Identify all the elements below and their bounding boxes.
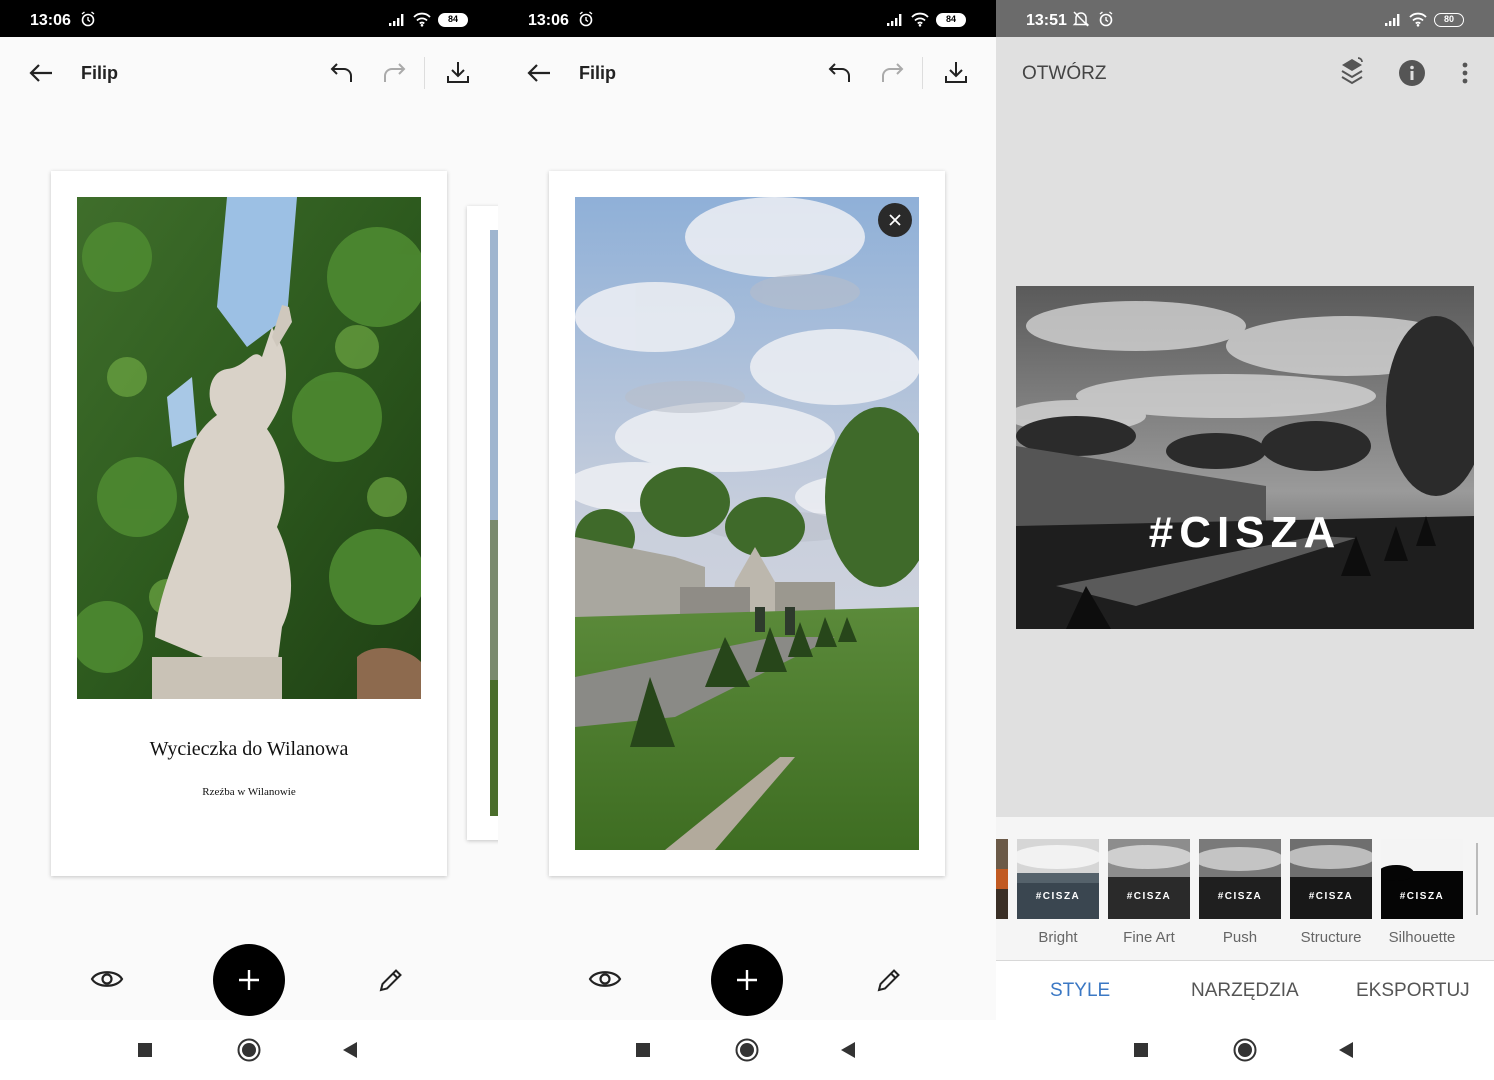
redo-icon[interactable]: [380, 61, 406, 85]
bottom-toolbar: [498, 940, 996, 1020]
story-card[interactable]: Wycieczka do Wilanowa Rzeźba w Wilanowie: [51, 171, 447, 876]
style-thumbnail-push[interactable]: #CISZA: [1199, 839, 1281, 919]
system-nav-bar: [0, 1020, 498, 1080]
recents-button[interactable]: [138, 1043, 152, 1057]
next-card-photo: [490, 230, 498, 816]
alarm-icon: [1099, 11, 1113, 27]
style-thumbnail-silhouette[interactable]: #CISZA: [1381, 839, 1463, 919]
signal-icon: [887, 13, 902, 26]
app-bar: Filip: [0, 37, 498, 109]
card-caption: Rzeźba w Wilanowie: [202, 786, 296, 798]
add-page-button[interactable]: [711, 944, 783, 1016]
thumbnail-tag: #CISZA: [1217, 891, 1263, 902]
more-options-icon[interactable]: [1461, 61, 1469, 85]
battery-indicator: 80: [1434, 12, 1464, 27]
status-time: 13:51: [1026, 12, 1067, 29]
bottom-tabs: STYLE NARZĘDZIA EKSPORTUJ: [996, 960, 1494, 1020]
style-label-silhouette: Silhouette: [1388, 929, 1456, 946]
alarm-icon: [81, 11, 95, 27]
screen-story-editor-2: 13:06 84 Filip: [498, 0, 996, 1080]
style-label-push: Push: [1222, 929, 1258, 946]
thumbnail-tag: #CISZA: [1308, 891, 1354, 902]
screen-story-editor-1: 13:06 84 Filip Wycieczka do Wilanowa Rze…: [0, 0, 498, 1080]
plus-icon: [239, 970, 259, 990]
tab-style[interactable]: STYLE: [1050, 980, 1110, 1002]
statue-photo[interactable]: [77, 197, 421, 699]
wifi-icon: [413, 12, 431, 27]
tab-export[interactable]: EKSPORTUJ: [1356, 980, 1470, 1002]
alarm-icon: [579, 11, 593, 27]
photo-overlay-text: #CISZA: [1148, 508, 1342, 557]
layers-icon[interactable]: [1339, 57, 1365, 87]
back-button[interactable]: [840, 1041, 856, 1059]
status-bar: 13:06 84: [0, 0, 498, 37]
back-arrow-icon[interactable]: [28, 61, 54, 85]
eye-icon[interactable]: [90, 966, 124, 992]
style-filter-strip: #CISZA #CISZA #CISZA #CISZA #CISZA Brigh…: [996, 817, 1494, 960]
open-button[interactable]: OTWÓRZ: [1022, 63, 1106, 85]
style-thumbnail-bright[interactable]: #CISZA: [1017, 839, 1099, 919]
screen-photo-styles: 13:51 80 OTWÓRZ #CISZA #CISZA #CISZA #CI…: [996, 0, 1494, 1080]
thumbnail-tag: #CISZA: [1035, 891, 1081, 902]
next-card-peek[interactable]: [467, 206, 498, 840]
divider: [424, 57, 425, 89]
story-card-photo[interactable]: [549, 171, 945, 876]
back-arrow-icon[interactable]: [526, 61, 552, 85]
system-nav-bar: [498, 1020, 996, 1080]
home-button[interactable]: [237, 1038, 261, 1062]
system-nav-bar: [996, 1020, 1494, 1080]
signal-icon: [1385, 13, 1400, 26]
tab-tools[interactable]: NARZĘDZIA: [1191, 980, 1299, 1002]
wifi-icon: [1409, 12, 1427, 27]
app-bar: OTWÓRZ: [996, 37, 1494, 109]
thumbnail-tag: #CISZA: [1126, 891, 1172, 902]
style-label-bright: Bright: [1038, 929, 1078, 946]
battery-indicator: 84: [438, 12, 468, 27]
battery-indicator: 84: [936, 12, 966, 27]
signal-icon: [389, 13, 404, 26]
story-title: Filip: [81, 63, 118, 83]
notifications-off-icon: [1072, 11, 1090, 27]
style-thumbnail-structure[interactable]: #CISZA: [1290, 839, 1372, 919]
story-title: Filip: [579, 63, 616, 83]
recents-button[interactable]: [1134, 1043, 1148, 1057]
style-label-fine-art: Fine Art: [1123, 929, 1175, 946]
style-thumbnail-fine-art[interactable]: #CISZA: [1108, 839, 1190, 919]
remove-photo-button[interactable]: [878, 203, 912, 237]
add-page-button[interactable]: [213, 944, 285, 1016]
card-title: Wycieczka do Wilanowa: [149, 738, 349, 760]
info-icon[interactable]: [1398, 59, 1426, 87]
thumbnail-tag: #CISZA: [1399, 891, 1445, 902]
style-thumbnail-partial[interactable]: [996, 839, 1008, 919]
app-bar: Filip: [498, 37, 996, 109]
status-time: 13:06: [30, 12, 71, 29]
status-time: 13:06: [528, 12, 569, 29]
recents-button[interactable]: [636, 1043, 650, 1057]
divider: [922, 57, 923, 89]
status-bar: 13:51 80: [996, 0, 1494, 37]
style-label-structure: Structure: [1300, 929, 1362, 946]
pencil-icon[interactable]: [377, 966, 405, 994]
strip-scroll-edge: [1476, 843, 1478, 915]
edited-photo-preview[interactable]: #CISZA: [1016, 286, 1474, 629]
close-icon: [889, 214, 901, 226]
pencil-icon[interactable]: [875, 966, 903, 994]
palace-garden-photo[interactable]: [575, 197, 919, 850]
undo-icon[interactable]: [330, 61, 356, 85]
status-bar: 13:06 84: [498, 0, 996, 37]
bottom-toolbar: [0, 940, 498, 1020]
plus-icon: [737, 970, 757, 990]
eye-icon[interactable]: [588, 966, 622, 992]
home-button[interactable]: [1233, 1038, 1257, 1062]
back-button[interactable]: [1338, 1041, 1354, 1059]
wifi-icon: [911, 12, 929, 27]
redo-icon[interactable]: [878, 61, 904, 85]
undo-icon[interactable]: [828, 61, 854, 85]
home-button[interactable]: [735, 1038, 759, 1062]
download-icon[interactable]: [445, 59, 471, 85]
download-icon[interactable]: [943, 59, 969, 85]
back-button[interactable]: [342, 1041, 358, 1059]
